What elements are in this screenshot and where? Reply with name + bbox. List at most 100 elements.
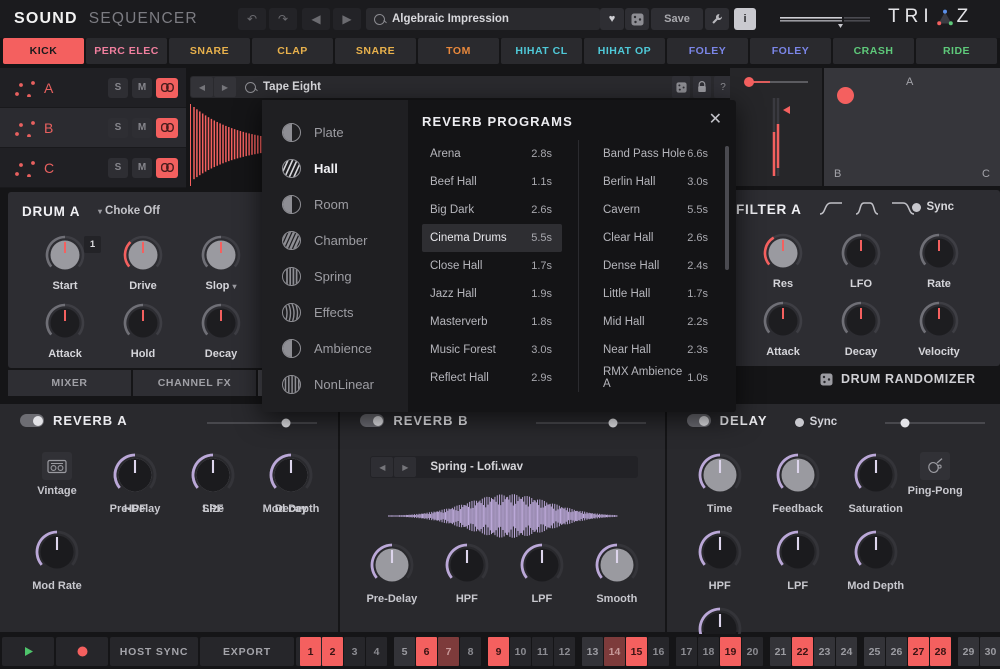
knob-decay[interactable]: Decay	[182, 302, 260, 360]
knob-decay[interactable]: Decay	[822, 300, 900, 358]
link-button[interactable]	[156, 78, 178, 98]
prev-ir-icon[interactable]: ◀	[371, 457, 393, 477]
knob-attack[interactable]: Attack	[26, 302, 104, 360]
wrench-icon[interactable]	[705, 8, 729, 30]
program-band-pass-hole[interactable]: Band Pass Hole 6.6s	[595, 140, 718, 168]
step-19[interactable]: 19	[720, 637, 741, 666]
knob-slop[interactable]: Slop ▾	[182, 234, 260, 292]
kit-tab-foley-9[interactable]: FOLEY	[750, 38, 831, 64]
knob-delay-time[interactable]: Time	[681, 452, 759, 515]
link-button[interactable]	[156, 158, 178, 178]
knob-reverb-a-hpf[interactable]: HPF	[96, 452, 174, 515]
step-20[interactable]: 20	[742, 637, 763, 666]
link-button[interactable]	[156, 118, 178, 138]
step-3[interactable]: 3	[344, 637, 365, 666]
knob-reverb-a-lpf[interactable]: LPF	[174, 452, 252, 515]
record-button[interactable]	[56, 637, 108, 666]
step-28[interactable]: 28	[930, 637, 951, 666]
next-sample-icon[interactable]: ▶	[214, 77, 236, 97]
step-11[interactable]: 11	[532, 637, 553, 666]
step-30[interactable]: 30	[980, 637, 1000, 666]
drum-randomizer-button[interactable]: DRUM RANDOMIZER	[820, 372, 976, 386]
preset-search-input[interactable]: Algebraic Impression	[366, 8, 600, 30]
mute-button[interactable]: M	[132, 118, 152, 138]
reverb-category-nonlinear[interactable]: NonLinear	[262, 366, 408, 402]
kit-tab-snare-4[interactable]: SNARE	[335, 38, 416, 64]
program-dense-hall[interactable]: Dense Hall 2.4s	[595, 252, 718, 280]
reverb-b-toggle[interactable]	[360, 414, 384, 427]
knob-reverb-a-mod-rate[interactable]: Mod Rate	[18, 529, 96, 592]
brand-sound[interactable]: SOUND	[14, 10, 78, 28]
kit-tab-snare-2[interactable]: SNARE	[169, 38, 250, 64]
program-music-forest[interactable]: Music Forest 3.0s	[422, 336, 562, 364]
mixer-tab-channel-fx[interactable]: CHANNEL FX	[133, 370, 256, 396]
step-9[interactable]: 9	[488, 637, 509, 666]
redo-icon[interactable]: ↷	[269, 8, 297, 30]
info-button[interactable]: i	[734, 8, 756, 30]
reverb-category-plate[interactable]: Plate	[262, 114, 408, 150]
reverb-category-ambience[interactable]: Ambience	[262, 330, 408, 366]
knob-attack[interactable]: Attack	[744, 300, 822, 358]
step-21[interactable]: 21	[770, 637, 791, 666]
knob-delay-mod-depth[interactable]: Mod Depth	[837, 529, 915, 592]
kit-tab-hihat-op-7[interactable]: HIHAT OP	[584, 38, 665, 64]
kit-tab-tom-5[interactable]: TOM	[418, 38, 499, 64]
choke-selector[interactable]: ▾Choke Off	[98, 205, 160, 217]
mute-button[interactable]: M	[132, 158, 152, 178]
kit-tab-perc-elec-1[interactable]: PERC ELEC	[86, 38, 167, 64]
step-27[interactable]: 27	[908, 637, 929, 666]
delay-sync-toggle[interactable]: Sync	[795, 416, 838, 428]
kit-tab-hihat-cl-6[interactable]: HIHAT CL	[501, 38, 582, 64]
program-arena[interactable]: Arena 2.8s	[422, 140, 562, 168]
reverb-b-mix-slider[interactable]	[536, 416, 646, 428]
delay-toggle[interactable]	[687, 414, 711, 427]
program-cinema-drums[interactable]: Cinema Drums 5.5s	[422, 224, 562, 252]
knob-delay-feedback[interactable]: Feedback	[759, 452, 837, 515]
knob-drive[interactable]: Drive	[104, 234, 182, 292]
program-jazz-hall[interactable]: Jazz Hall 1.9s	[422, 280, 562, 308]
mute-button[interactable]: M	[132, 78, 152, 98]
lock-icon[interactable]	[693, 76, 711, 98]
knob-reverb-a-mod-depth[interactable]: Mod Depth	[252, 452, 330, 515]
program-beef-hall[interactable]: Beef Hall 1.1s	[422, 168, 562, 196]
knob-reverb-b-pre-delay[interactable]: Pre-Delay	[354, 542, 429, 605]
knob-delay-hpf[interactable]: HPF	[681, 529, 759, 592]
delay-mix-slider[interactable]	[885, 416, 985, 428]
program-close-hall[interactable]: Close Hall 1.7s	[422, 252, 562, 280]
program-mid-hall[interactable]: Mid Hall 2.2s	[595, 308, 718, 336]
knob-reverb-b-smooth[interactable]: Smooth	[579, 542, 654, 605]
kit-tab-foley-8[interactable]: FOLEY	[667, 38, 748, 64]
export-button[interactable]: EXPORT	[200, 637, 294, 666]
knob-rate[interactable]: Rate	[900, 232, 978, 290]
knob-reverb-b-lpf[interactable]: LPF	[504, 542, 579, 605]
step-6[interactable]: 6	[416, 637, 437, 666]
kit-tab-crash-10[interactable]: CRASH	[833, 38, 914, 64]
step-23[interactable]: 23	[814, 637, 835, 666]
step-29[interactable]: 29	[958, 637, 979, 666]
track-row-a[interactable]: A S M	[0, 68, 186, 108]
step-5[interactable]: 5	[394, 637, 415, 666]
solo-button[interactable]: S	[108, 118, 128, 138]
program-cavern[interactable]: Cavern 5.5s	[595, 196, 718, 224]
step-14[interactable]: 14	[604, 637, 625, 666]
knob-hold[interactable]: Hold	[104, 302, 182, 360]
knob-delay-lpf[interactable]: LPF	[759, 529, 837, 592]
ping-pong-button[interactable]	[920, 452, 950, 480]
program-reflect-hall[interactable]: Reflect Hall 2.9s	[422, 364, 562, 392]
save-button[interactable]: Save	[651, 8, 703, 30]
reverb-category-chamber[interactable]: Chamber	[262, 222, 408, 258]
knob-start[interactable]: Start	[26, 234, 104, 292]
step-24[interactable]: 24	[836, 637, 857, 666]
abc-morph-pad[interactable]: A B C	[824, 68, 1000, 186]
step-26[interactable]: 26	[886, 637, 907, 666]
step-7[interactable]: 7	[438, 637, 459, 666]
reverb-category-spring[interactable]: Spring	[262, 258, 408, 294]
reverb-category-hall[interactable]: Hall	[262, 150, 408, 186]
solo-button[interactable]: S	[108, 78, 128, 98]
prev-sample-icon[interactable]: ◀	[191, 77, 213, 97]
favorite-button[interactable]: ♥	[600, 8, 624, 30]
reverb-b-waveform[interactable]	[388, 490, 618, 547]
step-25[interactable]: 25	[864, 637, 885, 666]
sample-browser-bar[interactable]: ◀ ▶ Tape Eight	[190, 76, 736, 98]
step-4[interactable]: 4	[366, 637, 387, 666]
